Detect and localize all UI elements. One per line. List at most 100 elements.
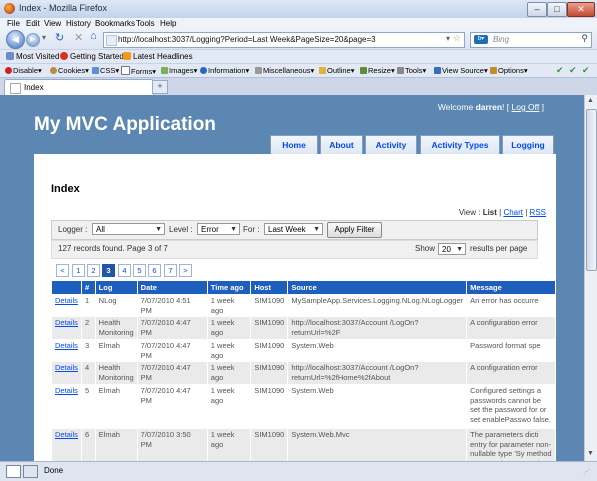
nav-home[interactable]: Home (270, 135, 318, 155)
maximize-button[interactable]: □ (547, 2, 567, 17)
column-header[interactable]: Date (136, 280, 208, 295)
tab-index[interactable]: Index (4, 79, 154, 95)
pager-prev[interactable]: < (56, 264, 69, 277)
pager-page-2[interactable]: 2 (87, 264, 100, 277)
column-header[interactable]: # (80, 280, 96, 295)
nav-activity-types[interactable]: Activity Types (420, 135, 500, 155)
dev-view-source[interactable]: View Source▾ (434, 66, 488, 75)
window-title-bar: Index - Mozilla Firefox – □ ✕ (0, 0, 597, 19)
dev-resize[interactable]: Resize▾ (360, 66, 395, 75)
view-list-link[interactable]: List (483, 208, 497, 217)
bookmark-star-icon[interactable]: ☆ (453, 33, 461, 44)
for-select[interactable]: Last Week ▼ (264, 223, 323, 235)
per-page-label: results per page (470, 244, 528, 253)
menu-edit[interactable]: Edit (26, 18, 40, 29)
dev-tools[interactable]: Tools▾ (397, 66, 426, 75)
dev-label: Information (208, 66, 246, 75)
information-icon (200, 67, 207, 74)
dev-cookies[interactable]: Cookies▾ (50, 66, 89, 75)
back-icon[interactable]: ◀ (6, 30, 25, 49)
view-rss-link[interactable]: RSS (530, 208, 546, 217)
details-link[interactable]: Details (55, 318, 78, 327)
search-icon[interactable]: ⚲ (581, 33, 588, 44)
scroll-down-icon[interactable]: ▼ (587, 450, 594, 457)
cookie-icon (50, 67, 57, 74)
dev-information[interactable]: Information▾ (200, 66, 249, 75)
css-icon (92, 67, 99, 74)
details-link[interactable]: Details (55, 363, 78, 372)
stop-icon[interactable]: ✕ (74, 31, 83, 44)
nav-logging[interactable]: Logging (502, 135, 554, 155)
apply-filter-button[interactable]: Apply Filter (327, 222, 382, 238)
logoff-link[interactable]: Log Off (512, 102, 540, 112)
new-tab-button[interactable]: + (152, 80, 168, 94)
welcome-text: Welcome darren! [ Log Off ] (437, 102, 544, 112)
status-page-icon (6, 465, 21, 478)
nav-activity[interactable]: Activity (365, 135, 417, 155)
column-header[interactable]: Source (287, 280, 468, 295)
dev-outline[interactable]: Outline▾ (319, 66, 355, 75)
page-size-select[interactable]: 20 ▼ (438, 243, 466, 255)
url-bar[interactable]: http://localhost:3037/Logging?Period=Las… (103, 32, 465, 48)
pager-page-1[interactable]: 1 (72, 264, 85, 277)
cell-ago: 1 week ago (206, 428, 252, 461)
dev-disable[interactable]: Disable▾ (5, 66, 42, 75)
dev-css[interactable]: CSS▾ (92, 66, 119, 75)
pager-page-3[interactable]: 3 (102, 264, 115, 277)
pager-page-4[interactable]: 4 (118, 264, 131, 277)
menu-help[interactable]: Help (160, 18, 176, 29)
view-chart-link[interactable]: Chart (503, 208, 523, 217)
cell-num: 5 (80, 384, 96, 429)
dev-miscellaneous[interactable]: Miscellaneous▾ (255, 66, 314, 75)
dev-forms[interactable]: Forms▾ (121, 66, 156, 76)
dev-options[interactable]: Options▾ (490, 66, 528, 75)
pager-next[interactable]: > (179, 264, 192, 277)
details-link[interactable]: Details (55, 296, 78, 305)
column-header[interactable]: Host (250, 280, 289, 295)
reload-icon[interactable]: ↻ (55, 31, 64, 44)
dropdown-arrow-icon[interactable]: ▾ (42, 33, 46, 42)
bracket-open: [ (506, 102, 510, 112)
dev-images[interactable]: Images▾ (161, 66, 197, 75)
nav-about[interactable]: About (320, 135, 363, 155)
validation-ok-icon[interactable]: ✔ (556, 65, 564, 76)
logger-select[interactable]: All ▼ (92, 223, 165, 235)
cell-date: 7/07/2010 4:51 PM (136, 294, 208, 317)
scroll-up-icon[interactable]: ▲ (587, 97, 594, 104)
level-select[interactable]: Error ▼ (197, 223, 240, 235)
url-dropdown-icon[interactable]: ▾ (446, 34, 450, 43)
pager-page-7[interactable]: 7 (164, 264, 177, 277)
close-button[interactable]: ✕ (567, 2, 595, 17)
home-icon[interactable]: ⌂ (90, 30, 97, 42)
css-ok-icon[interactable]: ✔ (569, 65, 577, 76)
details-link[interactable]: Details (55, 386, 78, 395)
pager-page-6[interactable]: 6 (148, 264, 161, 277)
filter-bar: Logger : All ▼ Level : Error ▼ For : Last … (51, 220, 538, 240)
details-link[interactable]: Details (55, 430, 78, 439)
cell-message: Configured settings a passwords cannot b… (466, 384, 556, 429)
js-ok-icon[interactable]: ✔ (582, 65, 590, 76)
cell-source: http://localhost:3037/Account /LogOn?ret… (287, 361, 468, 385)
column-header[interactable]: Message (466, 280, 556, 295)
bookmark-latest-headlines[interactable]: Latest Headlines (123, 52, 193, 61)
page-size-value: 20 (442, 245, 451, 254)
bing-logo-icon[interactable]: b▾ (474, 35, 488, 44)
menu-view[interactable]: View (44, 18, 61, 29)
column-header[interactable]: Log (94, 280, 138, 295)
bookmark-most-visited[interactable]: Most Visited (6, 52, 59, 61)
column-header[interactable]: Time ago (206, 280, 252, 295)
cell-message: A configuration error (466, 316, 556, 340)
forward-icon[interactable]: ▶ (26, 33, 40, 47)
pager-page-5[interactable]: 5 (133, 264, 146, 277)
menu-file[interactable]: File (7, 18, 20, 29)
minimize-button[interactable]: – (527, 2, 547, 17)
scrollbar-thumb[interactable] (586, 109, 597, 271)
menu-history[interactable]: History (66, 18, 91, 29)
bookmark-getting-started[interactable]: Getting Started (60, 52, 124, 61)
details-link[interactable]: Details (55, 341, 78, 350)
search-box[interactable]: b▾ Bing ⚲ (470, 32, 592, 48)
menu-bookmarks[interactable]: Bookmarks (95, 18, 135, 29)
menu-tools[interactable]: Tools (136, 18, 155, 29)
page-icon (10, 83, 21, 94)
resize-grip-icon[interactable]: ⋰ (583, 468, 590, 476)
